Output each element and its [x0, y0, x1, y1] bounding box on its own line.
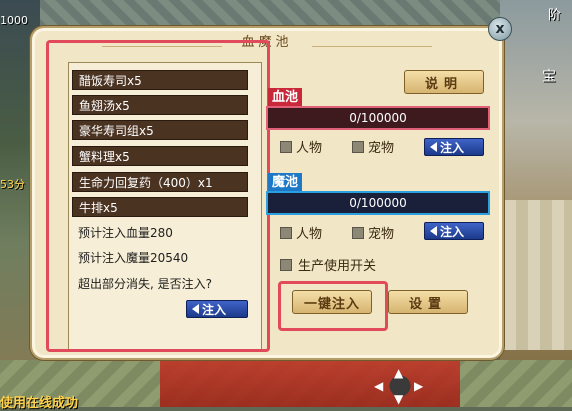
estimate-magic-text: 预计注入魔量20540 [78, 251, 189, 265]
list-item[interactable]: 牛排x5 [72, 197, 248, 217]
list-item[interactable]: 鱼翅汤x5 [72, 95, 248, 115]
one-click-inject-label: 一键注入 [303, 296, 360, 312]
arrow-left-icon [430, 142, 437, 152]
hud-top-left-value: 1000 [0, 14, 28, 27]
list-item[interactable]: 豪华寿司组x5 [72, 120, 248, 140]
magic-character-checkbox[interactable] [280, 227, 292, 239]
help-label: 说明 [424, 76, 463, 92]
blood-inject-button[interactable]: 注入 [424, 138, 484, 156]
magic-character-label: 人物 [296, 227, 323, 242]
magic-inject-button[interactable]: 注入 [424, 222, 484, 240]
one-click-inject-button[interactable]: 一键注入 [292, 290, 372, 314]
list-item[interactable]: 醋饭寿司x5 [72, 70, 248, 90]
list-item[interactable]: 蟹料理x5 [72, 146, 248, 166]
production-switch-label: 生产使用开关 [298, 259, 377, 274]
hud-right-top-text: 阶 [548, 8, 562, 23]
hud-right-mid-text: 宝 [542, 69, 556, 85]
close-icon: x [495, 21, 505, 37]
arrow-left-icon [430, 226, 437, 236]
help-button[interactable]: 说明 [404, 70, 484, 94]
blood-pet-checkbox[interactable] [352, 141, 364, 153]
settings-label: 设置 [408, 296, 447, 312]
list-item[interactable]: 生命力回复药（400）x1 [72, 172, 248, 192]
blood-pool-label: 血池 [268, 88, 303, 108]
dialog-title: 血魔池 [241, 35, 293, 50]
blood-character-label: 人物 [296, 141, 323, 156]
close-button[interactable]: x [488, 17, 512, 41]
movement-arrows-icon[interactable]: ▲ ◀ ▶ ▼ [372, 366, 428, 406]
inject-label: 注入 [202, 302, 227, 317]
blood-pet-label: 宠物 [368, 141, 395, 156]
magic-pool-value: 0/100000 [349, 196, 407, 210]
blood-inject-label: 注入 [440, 140, 465, 155]
hud-score: 53分 [0, 178, 25, 191]
arrow-left-icon [192, 304, 199, 314]
hud-status-message: 使用在线成功 [0, 396, 79, 411]
blood-pool-bar: 0/100000 [266, 106, 490, 130]
inject-items-button[interactable]: 注入 [186, 300, 248, 318]
magic-pool-bar: 0/100000 [266, 191, 490, 215]
magic-pet-checkbox[interactable] [352, 227, 364, 239]
magic-pet-label: 宠物 [368, 227, 395, 242]
overflow-prompt-text: 超出部分消失, 是否注入? [78, 277, 212, 291]
blood-character-checkbox[interactable] [280, 141, 292, 153]
magic-pool-label: 魔池 [268, 173, 303, 193]
production-switch-checkbox[interactable] [280, 259, 292, 271]
settings-button[interactable]: 设置 [388, 290, 468, 314]
blood-pool-value: 0/100000 [349, 111, 407, 125]
estimate-blood-text: 预计注入血量280 [78, 226, 173, 240]
magic-inject-label: 注入 [440, 224, 465, 239]
